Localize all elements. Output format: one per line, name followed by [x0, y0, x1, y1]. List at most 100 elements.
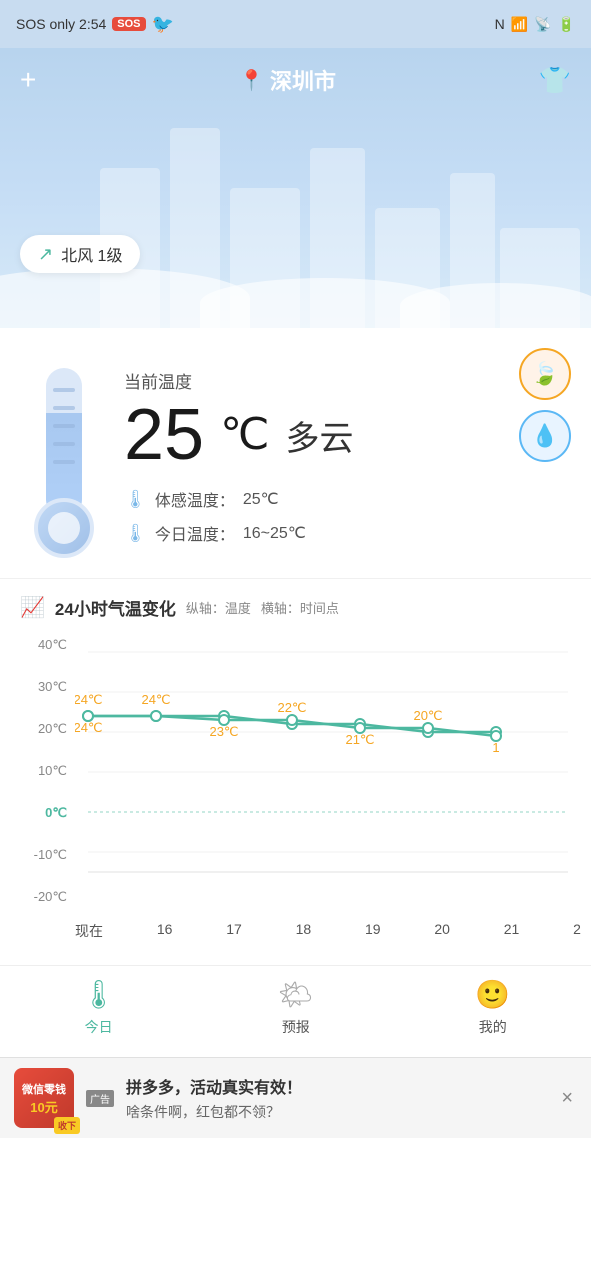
- ad-platform-label: 微信零钱: [22, 1081, 66, 1097]
- status-bar: SOS only 2:54 SOS 🐦 N 📶 📡 🔋: [0, 0, 591, 48]
- nav-item-today[interactable]: 🌡 今日: [81, 978, 117, 1037]
- svg-text:22℃: 22℃: [277, 700, 306, 715]
- wind-direction-icon: ↗: [38, 244, 53, 265]
- chart-area: 24℃ 24℃ 22℃ 20℃ 24℃ 23℃ 21℃ 1 现在 16 17 1…: [75, 632, 581, 945]
- uv-index-button[interactable]: 🍃: [519, 348, 571, 400]
- chart-y-axis-label: 纵轴：温度: [186, 598, 251, 617]
- feels-like-icon: 🌡: [124, 489, 147, 510]
- svg-text:23℃: 23℃: [209, 724, 238, 739]
- svg-text:20℃: 20℃: [413, 708, 442, 723]
- weather-info-section: 当前温度 25 ℃ 多云 🌡 体感温度： 25℃ 🌡 今日温度： 16~25℃ …: [0, 328, 591, 578]
- temperature-value: 25: [124, 399, 204, 471]
- sos-badge: SOS: [112, 17, 145, 31]
- ad-subtitle: 啥条件啊，红包都不领？: [126, 1102, 545, 1122]
- chart-section: 📈 24小时气温变化 纵轴：温度 横轴：时间点 40℃ 30℃ 20℃ 10℃ …: [0, 578, 591, 945]
- x-label-21: 21: [504, 921, 520, 941]
- today-range-icon: 🌡: [124, 523, 147, 544]
- battery-icon: 🔋: [558, 16, 575, 33]
- x-axis-labels: 现在 16 17 18 19 20 21 2: [75, 917, 581, 945]
- thermo-bulb: [34, 498, 94, 558]
- signal-icon: 📶: [511, 16, 528, 33]
- today-label: 今日: [85, 1017, 113, 1037]
- today-range-row: 🌡 今日温度： 16~25℃: [124, 521, 567, 545]
- chart-x-axis-label: 横轴：时间点: [261, 598, 339, 617]
- ad-banner: 微信零钱 10元 收下 广告 拼多多，活动真实有效！ 啥条件啊，红包都不领？ ×: [0, 1057, 591, 1138]
- thermo-line-2: [53, 406, 75, 410]
- temperature-chart-svg: 24℃ 24℃ 22℃ 20℃ 24℃ 23℃ 21℃ 1: [75, 632, 581, 912]
- today-range-label: 今日温度：: [155, 521, 235, 545]
- svg-text:24℃: 24℃: [75, 692, 103, 707]
- status-right: N 📶 📡 🔋: [495, 16, 575, 33]
- svg-text:24℃: 24℃: [75, 720, 103, 735]
- location-label: 📍 深圳市: [239, 64, 336, 96]
- ad-text: 拼多多，活动真实有效！ 啥条件啊，红包都不领？: [126, 1074, 545, 1122]
- header-top: + 📍 深圳市 👕: [20, 64, 571, 96]
- clothing-button[interactable]: 👕: [539, 65, 571, 96]
- city-name: 深圳市: [270, 64, 336, 96]
- thermo-tube: [46, 368, 82, 518]
- x-label-18: 18: [296, 921, 312, 941]
- thermometer: [24, 368, 104, 558]
- y-label-30: 30℃: [10, 679, 67, 695]
- chart-title: 24小时气温变化: [55, 595, 176, 620]
- profile-icon: 🙂: [475, 978, 510, 1011]
- skyline-illustration: [0, 128, 591, 328]
- y-label-10: 10℃: [10, 763, 67, 779]
- header: + 📍 深圳市 👕 ↗ 北风 1级: [0, 48, 591, 328]
- x-label-16: 16: [157, 921, 173, 941]
- ad-tag: 广告: [86, 1090, 114, 1107]
- profile-label: 我的: [479, 1017, 507, 1037]
- ad-close-button[interactable]: ×: [557, 1083, 577, 1114]
- feels-like-value: 25℃: [243, 489, 279, 509]
- thermo-bulb-inner: [48, 512, 80, 544]
- feels-like-row: 🌡 体感温度： 25℃: [124, 487, 567, 511]
- today-range-value: 16~25℃: [243, 523, 306, 543]
- thermo-line-3: [53, 424, 75, 428]
- wind-badge: ↗ 北风 1级: [20, 235, 140, 273]
- hill-3: [400, 283, 591, 328]
- float-icons: 🍃 💧: [519, 348, 571, 462]
- ad-thumbnail: 微信零钱 10元 收下: [14, 1068, 74, 1128]
- nav-item-profile[interactable]: 🙂 我的: [475, 978, 510, 1037]
- x-label-now: 现在: [75, 921, 103, 941]
- y-label-40: 40℃: [10, 637, 67, 653]
- x-label-20: 20: [434, 921, 450, 941]
- y-label-20: 20℃: [10, 721, 67, 737]
- forecast-icon: 🌤: [278, 978, 314, 1011]
- wind-label: 北风 1级: [61, 242, 122, 266]
- add-city-button[interactable]: +: [20, 66, 36, 94]
- x-label-19: 19: [365, 921, 381, 941]
- status-text: SOS only 2:54: [16, 16, 106, 32]
- thermometer-visual: [24, 368, 104, 558]
- y-axis: 40℃ 30℃ 20℃ 10℃ 0℃ -10℃ -20℃: [10, 632, 75, 945]
- svg-text:1: 1: [492, 740, 499, 755]
- current-temp-label: 当前温度: [124, 368, 567, 393]
- y-label-neg10: -10℃: [10, 847, 67, 863]
- thermo-line-5: [53, 460, 75, 464]
- y-label-neg20: -20℃: [10, 889, 67, 905]
- ad-title: 拼多多，活动真实有效！: [126, 1074, 545, 1098]
- ad-collect-label: 收下: [54, 1117, 80, 1134]
- thermo-line-4: [53, 442, 75, 446]
- temperature-info: 当前温度 25 ℃ 多云 🌡 体感温度： 25℃ 🌡 今日温度： 16~25℃: [124, 358, 567, 555]
- chart-container: 40℃ 30℃ 20℃ 10℃ 0℃ -10℃ -20℃: [0, 632, 591, 945]
- chart-header: 📈 24小时气温变化 纵轴：温度 横轴：时间点: [0, 595, 591, 632]
- y-label-0: 0℃: [10, 805, 67, 821]
- forecast-label: 预报: [282, 1017, 310, 1037]
- main-content: 当前温度 25 ℃ 多云 🌡 体感温度： 25℃ 🌡 今日温度： 16~25℃ …: [0, 328, 591, 1138]
- thermo-line-1: [53, 388, 75, 392]
- thermo-lines: [46, 388, 82, 464]
- today-icon: 🌡: [81, 978, 117, 1011]
- feels-like-label: 体感温度：: [155, 487, 235, 511]
- chart-icon: 📈: [20, 595, 45, 620]
- ad-amount: 10元: [30, 1097, 57, 1116]
- bird-icon: 🐦: [152, 14, 174, 35]
- nav-item-forecast[interactable]: 🌤 预报: [278, 978, 314, 1037]
- weather-description: 多云: [286, 411, 354, 460]
- humidity-button[interactable]: 💧: [519, 410, 571, 462]
- hills-illustration: [0, 268, 591, 328]
- x-label-2: 2: [573, 921, 581, 941]
- temperature-unit: ℃: [220, 399, 269, 460]
- x-label-17: 17: [226, 921, 242, 941]
- status-left: SOS only 2:54 SOS 🐦: [16, 14, 174, 35]
